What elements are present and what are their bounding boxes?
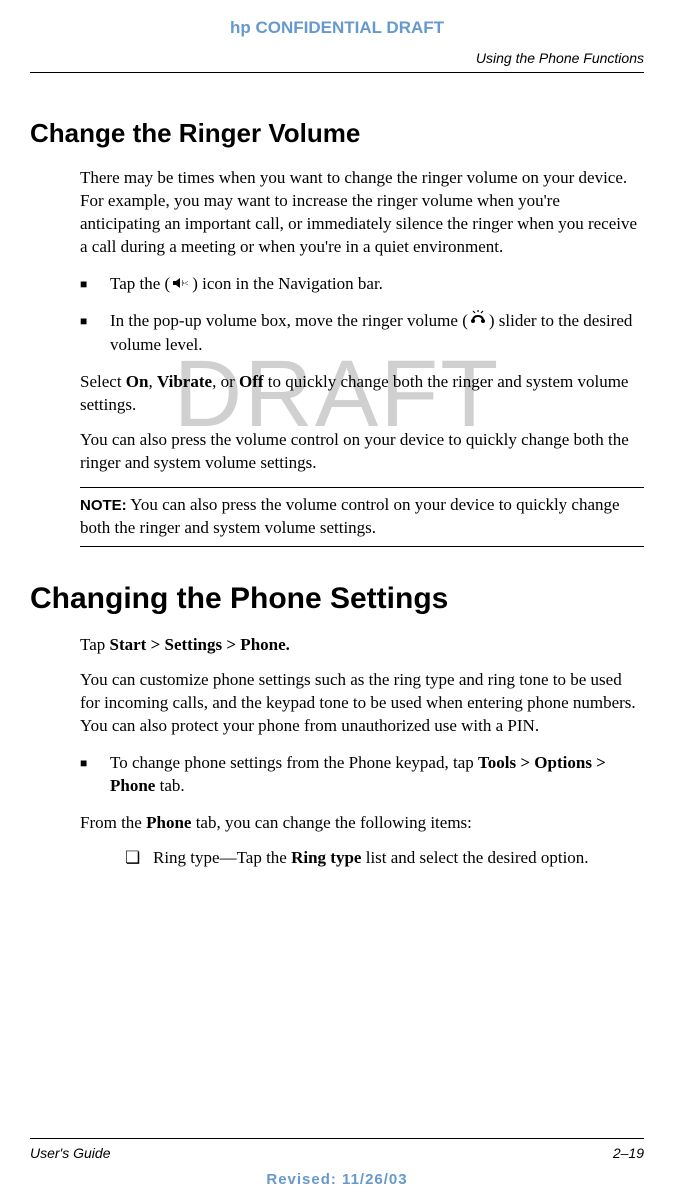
footer-line: User's Guide 2–19	[0, 1145, 674, 1161]
note-rule-top	[80, 487, 644, 488]
text-fragment: In the pop-up volume box, move the ringe…	[110, 311, 468, 330]
bullet-text: In the pop-up volume box, move the ringe…	[110, 310, 644, 357]
bullet-item: ■ Tap the ( <) icon in the Navigation bar…	[80, 273, 644, 297]
header-rule	[30, 72, 644, 73]
paragraph: Select On, Vibrate, or Off to quickly ch…	[80, 371, 644, 417]
text-fragment: Select	[80, 372, 126, 391]
note-label: NOTE:	[80, 497, 127, 514]
heading-phone-settings: Changing the Phone Settings	[30, 582, 644, 616]
text-fragment: tab.	[155, 776, 184, 795]
text-fragment: To change phone settings from the Phone …	[110, 753, 478, 772]
bullet-text: Tap the ( <) icon in the Navigation bar.	[110, 273, 644, 297]
paragraph: You can customize phone settings such as…	[80, 669, 644, 738]
body-content: Change the Ringer Volume There may be ti…	[0, 118, 674, 869]
phone-ringer-icon	[470, 310, 487, 334]
page-content: hp CONFIDENTIAL DRAFT Using the Phone Fu…	[0, 0, 674, 869]
footer-revised: Revised: 11/26/03	[0, 1171, 674, 1188]
text-fragment: tab, you can change the following items:	[191, 813, 471, 832]
page-footer: User's Guide 2–19 Revised: 11/26/03	[0, 1138, 674, 1188]
bullet-marker: ■	[80, 752, 110, 798]
text-bold: On	[126, 372, 149, 391]
speaker-icon: <	[172, 273, 190, 296]
paragraph: From the Phone tab, you can change the f…	[80, 812, 644, 835]
note-paragraph: NOTE: You can also press the volume cont…	[80, 494, 644, 540]
text-fragment: From the	[80, 813, 146, 832]
text-fragment: , or	[212, 372, 239, 391]
text-fragment: Ring type—Tap the	[153, 848, 291, 867]
bullet-text: To change phone settings from the Phone …	[110, 752, 644, 798]
text-bold: Ring type	[291, 848, 361, 867]
note-rule-bottom	[80, 546, 644, 547]
bullet-marker: ■	[80, 273, 110, 297]
text-bold: Start > Settings > Phone.	[110, 635, 290, 654]
footer-left: User's Guide	[30, 1145, 110, 1161]
text-bold: Phone	[146, 813, 191, 832]
text-bold: Off	[239, 372, 264, 391]
section-header: Using the Phone Functions	[0, 50, 674, 72]
paragraph: You can also press the volume control on…	[80, 429, 644, 475]
paragraph: Tap Start > Settings > Phone.	[80, 634, 644, 657]
footer-right: 2–19	[613, 1145, 644, 1161]
heading-change-ringer: Change the Ringer Volume	[30, 118, 644, 149]
text-fragment: ) icon in the Navigation bar.	[192, 274, 383, 293]
svg-text:<: <	[184, 279, 189, 288]
confidential-header: hp CONFIDENTIAL DRAFT	[0, 0, 674, 50]
bullet-item: ■ In the pop-up volume box, move the rin…	[80, 310, 644, 357]
sub-bullet-item: ❏ Ring type—Tap the Ring type list and s…	[125, 847, 644, 870]
text-fragment: list and select the desired option.	[361, 848, 588, 867]
text-bold: Vibrate	[157, 372, 212, 391]
footer-rule	[30, 1138, 644, 1139]
sub-bullet-text: Ring type—Tap the Ring type list and sel…	[153, 847, 644, 870]
note-text: You can also press the volume control on…	[80, 495, 620, 537]
text-fragment: Tap the (	[110, 274, 170, 293]
text-fragment: Tap	[80, 635, 110, 654]
text-fragment: ,	[148, 372, 157, 391]
bullet-item: ■ To change phone settings from the Phon…	[80, 752, 644, 798]
bullet-marker: ■	[80, 310, 110, 357]
sub-bullet-marker: ❏	[125, 847, 153, 870]
intro-paragraph: There may be times when you want to chan…	[80, 167, 644, 259]
